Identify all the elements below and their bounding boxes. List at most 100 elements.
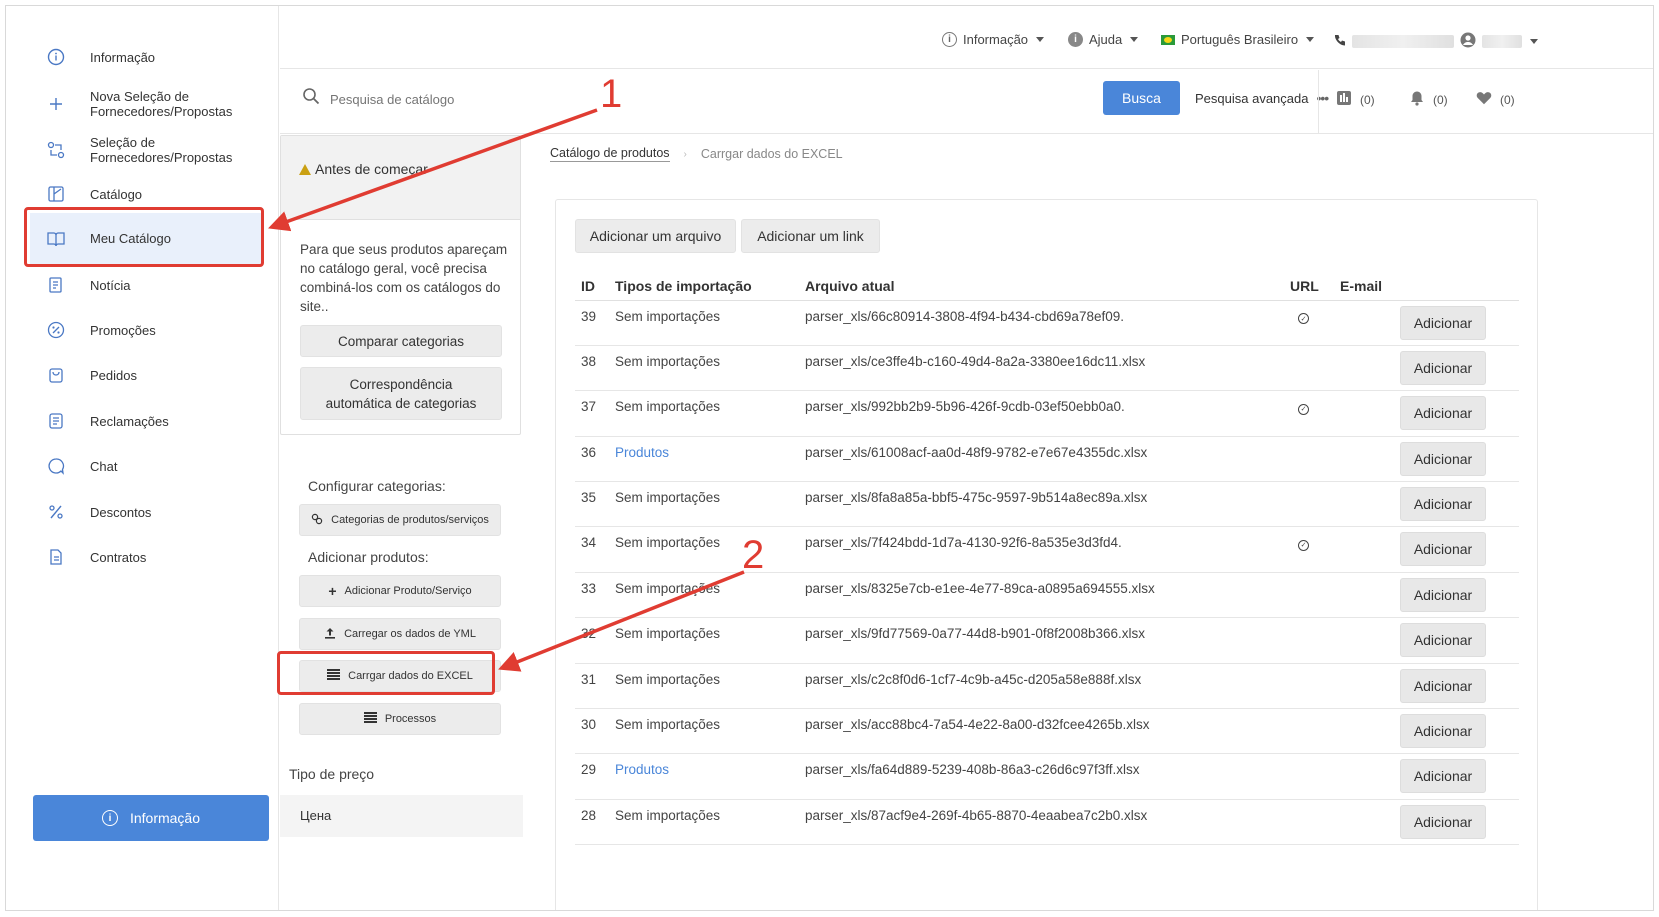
table-cell: parser_xls/8fa8a85a-bbf5-475c-9597-9b514… <box>799 481 1284 528</box>
main-content: Catálogo de produtos › Carrgar dados do … <box>524 135 1653 910</box>
load-yml-label: Carregar os dados de YML <box>344 628 476 640</box>
row-import-type: Sem importações <box>615 353 721 369</box>
row-file: parser_xls/fa64d889-5239-408b-86a3-c26d6… <box>805 762 1140 778</box>
table-cell: ✓ <box>1284 300 1334 346</box>
add-button[interactable]: Adicionar <box>1400 804 1486 839</box>
sidebar-item-pedidos[interactable]: Pedidos <box>6 364 279 386</box>
catalog-icon <box>46 184 66 204</box>
table-cell: Sem importações <box>609 300 799 346</box>
table-cell: ✓ <box>1284 526 1334 573</box>
add-file-button[interactable]: Adicionar um arquivo <box>575 219 736 253</box>
add-button[interactable]: Adicionar <box>1400 714 1486 749</box>
info-button-label: Informação <box>129 810 201 826</box>
sidebar-item-catalogo[interactable]: Catálogo <box>6 183 279 205</box>
product-categories-button[interactable]: Categorias de produtos/serviços <box>299 504 501 536</box>
chevron-down-icon <box>1306 37 1315 42</box>
price-type-option[interactable]: Цена <box>280 795 523 837</box>
add-button[interactable]: Adicionar <box>1400 577 1486 612</box>
table-cell <box>1334 753 1394 800</box>
table-cell: 28 <box>575 799 609 846</box>
row-file: parser_xls/8fa8a85a-bbf5-475c-9597-9b514… <box>805 490 1148 506</box>
table-row: 39 Sem importações parser_xls/66c80914-380… <box>575 300 1519 346</box>
sidebar-item-noticia[interactable]: Notícia <box>6 274 279 296</box>
search-button[interactable]: Busca <box>1103 81 1180 115</box>
check-circle-icon: ✓ <box>1298 403 1309 415</box>
before-start-title-text: Antes de começar <box>315 161 428 177</box>
compare-count: (0) <box>1360 92 1375 107</box>
row-file: parser_xls/acc88bc4-7a54-4e22-8a00-d32fc… <box>805 717 1150 733</box>
annotation-highlight-excel-button <box>277 651 495 695</box>
info-button[interactable]: i Informação <box>33 795 269 841</box>
table-cell: parser_xls/ce3ffe4b-c160-49d4-8a2a-3380e… <box>799 345 1284 392</box>
sidebar-item-descontos[interactable]: Descontos <box>6 501 279 523</box>
sidebar-item-contratos[interactable]: Contratos <box>6 546 279 568</box>
upload-icon <box>324 627 336 642</box>
info-menu[interactable]: i Informação <box>942 32 1045 47</box>
add-product-button[interactable]: + Adicionar Produto/Serviço <box>299 575 501 607</box>
add-button[interactable]: Adicionar <box>1400 668 1486 703</box>
row-import-type[interactable]: Produtos <box>615 445 669 460</box>
table-cell: 34 <box>575 526 609 573</box>
add-button[interactable]: Adicionar <box>1400 305 1486 340</box>
add-button[interactable]: Adicionar <box>1400 532 1486 567</box>
search-input[interactable] <box>330 92 930 107</box>
add-button[interactable]: Adicionar <box>1400 441 1486 476</box>
table-cell: ✓ <box>1284 390 1334 437</box>
row-file: parser_xls/992bb2b9-5b96-426f-9cdb-03ef5… <box>805 399 1125 415</box>
table-cell: Adicionar <box>1394 753 1519 800</box>
row-import-type: Sem importações <box>615 490 721 506</box>
catalog-options-panel: Antes de começar Para que seus produtos … <box>280 135 523 910</box>
sidebar-item-chat[interactable]: Chat <box>6 455 279 477</box>
table-cell <box>1334 300 1394 346</box>
add-button[interactable]: Adicionar <box>1400 759 1486 794</box>
breadcrumb-current: Carrgar dados do EXCEL <box>700 147 843 161</box>
add-button[interactable]: Adicionar <box>1400 487 1486 522</box>
table-row: 30 Sem importações parser_xls/acc88bc4-7a5… <box>575 708 1519 755</box>
user-menu[interactable] <box>1334 32 1538 51</box>
table-cell: 31 <box>575 663 609 710</box>
sidebar-item-selecao[interactable]: Seleção de Fornecedores/Propostas <box>6 134 279 166</box>
table-cell <box>1284 708 1334 755</box>
search-icon <box>302 87 320 105</box>
add-button[interactable]: Adicionar <box>1400 350 1486 385</box>
top-header: i Informação i Ajuda Português Brasileir… <box>280 6 1653 69</box>
document-icon <box>46 547 66 567</box>
user-icon <box>1460 32 1476 51</box>
compare-categories-button[interactable]: Comparar categorias <box>300 325 502 357</box>
table-cell: Adicionar <box>1394 345 1519 392</box>
add-link-button[interactable]: Adicionar um link <box>741 219 880 253</box>
sidebar-item-informacao[interactable]: Informação <box>6 46 279 68</box>
table-cell <box>1334 436 1394 483</box>
table-cell: 36 <box>575 436 609 483</box>
favorites-counter[interactable]: (0) <box>1476 90 1515 109</box>
row-import-type[interactable]: Produtos <box>615 762 669 777</box>
language-menu[interactable]: Português Brasileiro <box>1161 32 1315 47</box>
sidebar-item-promocoes[interactable]: Promoções <box>6 319 279 341</box>
add-button[interactable]: Adicionar <box>1400 623 1486 658</box>
notifications-counter[interactable]: (0) <box>1409 90 1448 109</box>
row-id: 38 <box>581 353 597 369</box>
load-yml-button[interactable]: Carregar os dados de YML <box>299 618 501 650</box>
sidebar-item-nova-selecao[interactable]: Nova Seleção de Fornecedores/Propostas <box>6 88 279 120</box>
info-icon: i <box>101 810 118 826</box>
help-menu[interactable]: i Ajuda <box>1068 32 1139 47</box>
add-button[interactable]: Adicionar <box>1400 396 1486 431</box>
column-import-type: Tipos de importação <box>609 272 799 301</box>
compare-chart-icon <box>1336 90 1352 109</box>
table-cell <box>1284 799 1334 846</box>
table-cell: Adicionar <box>1394 390 1519 437</box>
table-cell: parser_xls/8325e7cb-e1ee-4e77-89ca-a0895… <box>799 572 1284 619</box>
breadcrumb-catalog-link[interactable]: Catálogo de produtos <box>550 146 670 162</box>
sidebar-item-reclamacoes[interactable]: Reclamações <box>6 410 279 432</box>
table-cell: Sem importações <box>609 345 799 392</box>
heart-icon <box>1476 90 1492 109</box>
table-cell <box>1284 436 1334 483</box>
product-categories-label: Categorias de produtos/serviços <box>331 514 489 526</box>
auto-match-categories-button[interactable]: Correspondência automática de categorias <box>300 367 502 420</box>
processes-button[interactable]: Processos <box>299 703 501 735</box>
advanced-search-link[interactable]: Pesquisa avançada ••• <box>1195 90 1329 106</box>
table-row: 35 Sem importações parser_xls/8fa8a85a-bbf… <box>575 481 1519 528</box>
chevron-right-icon: › <box>683 148 687 160</box>
row-id: 39 <box>581 308 597 324</box>
compare-counter[interactable]: (0) <box>1336 90 1375 109</box>
